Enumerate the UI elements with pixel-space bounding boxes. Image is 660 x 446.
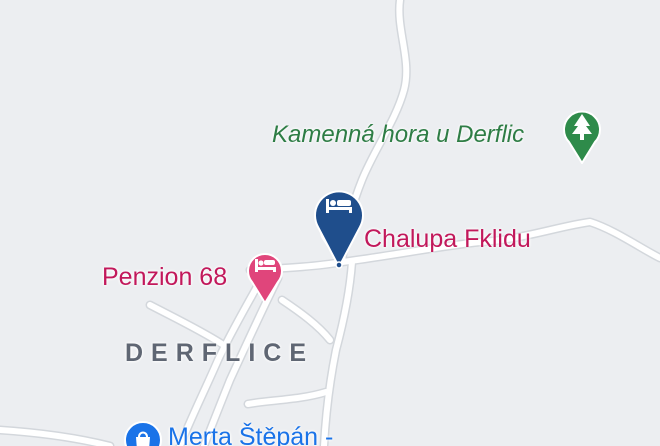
tree-icon[interactable]: [562, 106, 602, 164]
bed-icon[interactable]: [246, 248, 284, 304]
shopping-bag-icon[interactable]: [123, 420, 163, 446]
hotel-label[interactable]: Penzion 68: [102, 265, 227, 290]
selected-location-marker-icon[interactable]: [313, 185, 365, 269]
map-canvas[interactable]: Kamenná hora u Derflic Chalupa Fklidu Pe…: [0, 0, 660, 446]
shop-label[interactable]: Merta Štěpán -: [168, 425, 333, 446]
peak-label[interactable]: Kamenná hora u Derflic: [272, 123, 524, 147]
area-label: DERFLICE: [125, 339, 314, 367]
selected-hotel-label[interactable]: Chalupa Fklidu: [364, 227, 531, 252]
